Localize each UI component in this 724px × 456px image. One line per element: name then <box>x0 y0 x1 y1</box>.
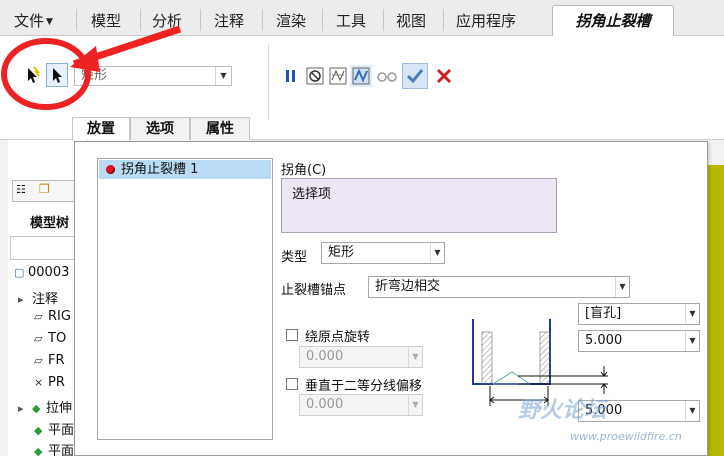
tree-item-extrude[interactable]: ▸ ◆ 拉伸 <box>18 397 72 416</box>
part-icon: ▢ <box>14 266 25 279</box>
shaded-preview-icon[interactable] <box>350 65 372 87</box>
datum-plane-icon: ▱ <box>34 332 43 345</box>
datum-plane-icon: ▱ <box>34 310 43 323</box>
pause-icon[interactable] <box>280 65 302 87</box>
rotate-checkbox[interactable] <box>286 329 298 341</box>
tab-corner-relief[interactable]: 拐角止裂槽 <box>552 5 674 37</box>
csys-icon: ⨯ <box>34 376 44 389</box>
tab-placement[interactable]: 放置 <box>72 117 130 141</box>
list-item[interactable]: 拐角止裂槽 1 <box>99 160 271 179</box>
tree-item-annotations[interactable]: ▸ 注释 <box>18 288 58 307</box>
depth-value-field[interactable]: 5.000 ▼ <box>578 330 700 352</box>
tab-options[interactable]: 选项 <box>130 117 190 140</box>
tree-item-front[interactable]: ▱ FR <box>34 353 65 368</box>
tree-tab-strip[interactable]: ☷ ❐ <box>12 180 82 202</box>
type-select[interactable]: 矩形 ▼ <box>321 242 445 264</box>
tree-structure-icon: ☷ <box>16 183 26 196</box>
perpendicular-offset-checkbox[interactable] <box>286 378 298 390</box>
chevron-down-icon: ▼ <box>408 347 422 367</box>
rotate-label: 绕原点旋转 <box>305 330 371 345</box>
corner-placeholder: 选择项 <box>292 187 332 202</box>
cancel-close-icon[interactable] <box>433 65 455 87</box>
separator <box>322 9 323 31</box>
chevron-down-icon: ▼ <box>685 401 699 421</box>
chevron-down-icon: ▼ <box>430 243 444 263</box>
no-preview-icon[interactable] <box>304 65 326 87</box>
relief-list[interactable]: 拐角止裂槽 1 <box>97 158 273 440</box>
folder-icon: ❐ <box>39 182 50 196</box>
corner-label: 拐角(C) <box>281 163 327 178</box>
rotate-value-field[interactable]: 0.000 ▼ <box>299 346 423 368</box>
separator <box>383 9 384 31</box>
tab-applications[interactable]: 应用程序 <box>456 6 516 36</box>
tree-item-top[interactable]: ▱ TO <box>34 331 66 346</box>
glasses-icon[interactable] <box>374 65 400 87</box>
chevron-down-icon: ▼ <box>408 395 422 415</box>
tree-item-csys[interactable]: ⨯ PR <box>34 375 65 390</box>
watermark-url: www.proewildfire.cn <box>570 430 682 443</box>
perpendicular-offset-field[interactable]: 0.000 ▼ <box>299 394 423 416</box>
tree-root[interactable]: ▢ 00003 <box>14 265 69 280</box>
extrude-icon: ◆ <box>32 402 41 415</box>
flat-wall-icon: ◆ <box>34 424 43 437</box>
separator <box>443 9 444 31</box>
tree-item-flat[interactable]: ◆ 平面 <box>34 419 74 438</box>
chevron-down-icon: ▼ <box>615 277 629 297</box>
confirm-check-icon[interactable] <box>402 63 428 89</box>
tab-properties[interactable]: 属性 <box>190 117 250 140</box>
graphics-area[interactable] <box>706 165 724 456</box>
depth-type-select[interactable]: [盲孔] ▼ <box>578 303 700 325</box>
ribbon-divider <box>268 44 269 120</box>
chevron-down-icon: ▼ <box>685 331 699 351</box>
type-label: 类型 <box>281 250 308 265</box>
flat-wall-icon: ◆ <box>34 445 43 456</box>
tree-header: 模型树 <box>30 216 70 231</box>
feature-status-icon <box>106 165 115 174</box>
placement-panel: 拐角止裂槽 1 拐角(C) 选择项 类型 矩形 ▼ 止裂槽锚点 折弯边相交 ▼ … <box>74 141 708 456</box>
corner-collector[interactable]: 选择项 <box>281 178 557 233</box>
datum-plane-icon: ▱ <box>34 354 43 367</box>
tab-tools[interactable]: 工具 <box>336 6 366 36</box>
expand-icon: ▸ <box>18 293 24 306</box>
expand-icon: ▸ <box>18 402 24 415</box>
mesh-preview-icon[interactable] <box>327 65 349 87</box>
anchor-label: 止裂槽锚点 <box>281 283 347 298</box>
tab-render[interactable]: 渲染 <box>276 6 306 36</box>
perpendicular-offset-label: 垂直于二等分线偏移 <box>305 379 423 394</box>
separator <box>262 9 263 31</box>
tree-item-right[interactable]: ▱ RIG <box>34 309 71 324</box>
chevron-down-icon: ▼ <box>685 304 699 324</box>
anchor-select[interactable]: 折弯边相交 ▼ <box>368 276 630 298</box>
tab-view[interactable]: 视图 <box>396 6 426 36</box>
watermark-logo: 野火论坛 <box>518 398 607 423</box>
